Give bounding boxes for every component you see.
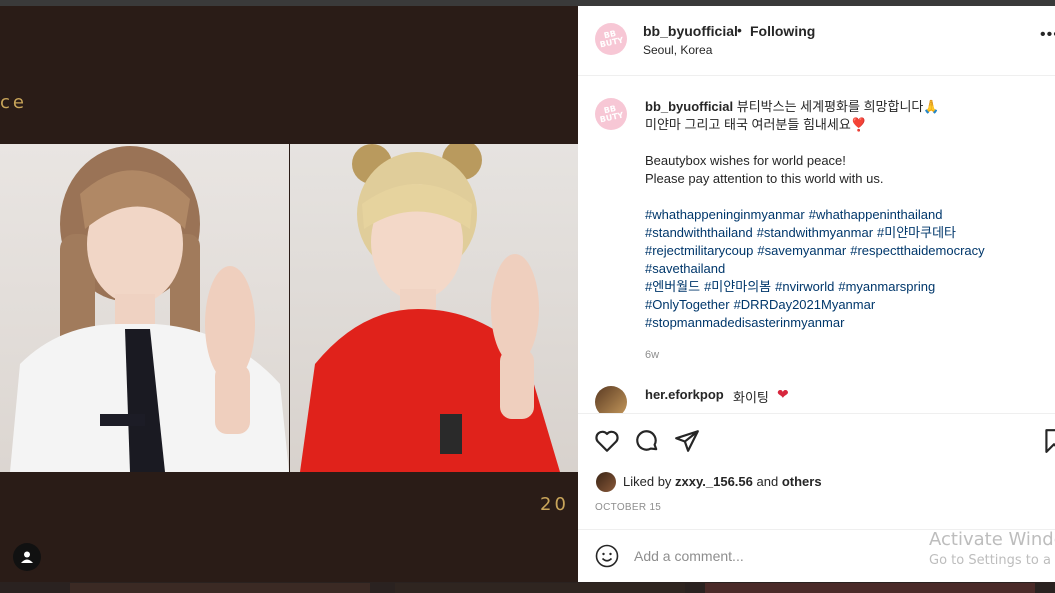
grid-thumbnail[interactable]	[70, 583, 370, 593]
avatar-logo-text: BB BUTY	[599, 28, 625, 50]
hashtag-link[interactable]: #savemyanmar	[757, 243, 846, 258]
comment-item: her.eforkpop 화이팅 ❤	[595, 384, 1045, 413]
hashtag-link[interactable]: #whathappeninginmyanmar	[645, 207, 805, 222]
heart-icon[interactable]	[594, 428, 620, 454]
backdrop-grid	[0, 582, 1055, 593]
hashtag-link[interactable]: #OnlyTogether	[645, 297, 730, 312]
comment-icon[interactable]	[634, 428, 660, 454]
liker-avatar[interactable]	[596, 472, 616, 492]
hashtag-link[interactable]: #myanmarspring	[838, 279, 935, 294]
likes-others-link[interactable]: others	[782, 474, 822, 489]
post-time-ago[interactable]: 6w	[645, 349, 659, 361]
photo-right-person	[290, 144, 578, 472]
photo-left-person	[0, 144, 289, 472]
hashtag-link[interactable]: #standwiththailand	[645, 225, 753, 240]
grid-thumbnail[interactable]	[395, 583, 685, 593]
commenter-avatar[interactable]	[595, 386, 627, 413]
windows-activation-watermark: Activate Windo Go to Settings to a	[929, 529, 1055, 568]
location-link[interactable]: Seoul, Korea	[643, 43, 712, 57]
hashtag-link[interactable]: #rejectmilitarycoup	[645, 243, 753, 258]
watermark-title: Activate Windo	[929, 529, 1055, 550]
post-actions-bar	[578, 413, 1055, 463]
hashtag-list: #whathappeninginmyanmar #whathappeninthai…	[645, 206, 1045, 332]
hashtag-link[interactable]: #savethailand	[645, 261, 725, 276]
grid-thumbnail[interactable]	[705, 583, 1035, 593]
post-header: BB BUTY bb_byuofficial • Following Seoul…	[578, 6, 1055, 76]
separator-dot: •	[737, 22, 742, 38]
account-avatar[interactable]: BB BUTY	[595, 23, 627, 55]
likes-text: Liked by zxxy._156.56 and others	[623, 474, 822, 489]
hashtag-link[interactable]: #respectthaidemocracy	[850, 243, 984, 258]
hashtag-link[interactable]: #standwithmyanmar	[757, 225, 873, 240]
avatar-logo-text: BB BUTY	[599, 103, 625, 125]
post-date[interactable]: OCTOBER 15	[595, 502, 661, 513]
commenter-username[interactable]: her.eforkpop	[645, 387, 724, 402]
hashtag-link[interactable]: #nvirworld	[775, 279, 834, 294]
likes-summary: Liked by zxxy._156.56 and others	[596, 468, 1046, 492]
comment-text: 화이팅	[733, 390, 769, 405]
hashtag-link[interactable]: #DRRDay2021Myanmar	[734, 297, 876, 312]
post-caption: bb_byuofficial 뷰티박스는 세계평화를 희망합니다🙏 미얀마 그리…	[645, 98, 1045, 188]
hashtag-link[interactable]: #stopmanmadedisasterinmyanmar	[645, 315, 844, 330]
emoji-icon[interactable]	[595, 544, 619, 568]
comment-input[interactable]	[634, 548, 934, 564]
media-decor-text: ce	[0, 92, 27, 113]
caption-avatar[interactable]: BB BUTY	[595, 98, 627, 130]
bookmark-icon[interactable]	[1041, 428, 1055, 454]
caption-english-line1: Beautybox wishes for world peace!	[645, 153, 846, 168]
more-options-icon[interactable]: •••	[1040, 26, 1055, 44]
likes-connector: and	[756, 474, 779, 489]
likes-prefix: Liked by	[623, 474, 672, 489]
following-button[interactable]: Following	[750, 23, 815, 39]
media-decor-text: 20	[540, 494, 569, 515]
caption-korean-line1: 뷰티박스는 세계평화를 희망합니다🙏	[736, 99, 940, 114]
hashtag-link[interactable]: #미얀마쿠데타	[877, 225, 956, 240]
hashtag-link[interactable]: #미얀마의봄	[704, 279, 771, 294]
caption-korean-line2: 미얀마 그리고 태국 여러분들 힘내세요❣️	[645, 117, 867, 132]
post-details-panel: BB BUTY bb_byuofficial • Following Seoul…	[578, 6, 1055, 582]
caption-english-line2: Please pay attention to this world with …	[645, 171, 884, 186]
hashtag-link[interactable]: #엔버월드	[645, 279, 700, 294]
watermark-subtitle: Go to Settings to a	[929, 553, 1051, 568]
user-tag-icon[interactable]	[13, 543, 41, 571]
heart-emoji-icon: ❤	[777, 386, 789, 402]
post-media[interactable]: ce 20	[0, 6, 578, 582]
account-username[interactable]: bb_byuofficial	[643, 23, 738, 39]
share-icon[interactable]	[674, 428, 700, 454]
liker-username[interactable]: zxxy._156.56	[675, 474, 753, 489]
comments-section[interactable]: BB BUTY bb_byuofficial 뷰티박스는 세계평화를 희망합니다…	[578, 77, 1055, 413]
hashtag-link[interactable]: #whathappeninthailand	[809, 207, 943, 222]
caption-username[interactable]: bb_byuofficial	[645, 99, 733, 114]
